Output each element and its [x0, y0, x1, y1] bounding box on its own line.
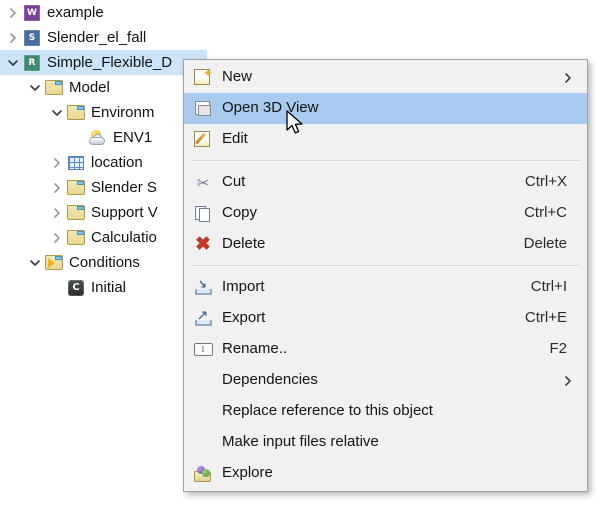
tree-item-label: ENV1 [113, 130, 152, 146]
menu-item-label: Make input files relative [222, 433, 587, 452]
tree-item-label: example [47, 5, 104, 21]
tree-item-label: location [91, 155, 143, 171]
menu-item-label: Dependencies [222, 371, 587, 390]
menu-item-cut[interactable]: ✂CutCtrl+X [184, 167, 587, 198]
menu-item-label: Export [222, 309, 525, 328]
menu-item-label: Import [222, 278, 531, 297]
menu-item-label: Copy [222, 204, 524, 223]
menu-item-open-3d-view[interactable]: Open 3D View [184, 93, 587, 124]
menu-item-label: Rename.. [222, 340, 549, 359]
menu-separator [192, 265, 579, 267]
tree-item-label: Initial [91, 280, 126, 296]
menu-item-explore[interactable]: Explore [184, 458, 587, 489]
menu-item-replace-reference-to-this-object[interactable]: Replace reference to this object [184, 396, 587, 427]
tree-item-slender-el-fall[interactable]: S Slender_el_fall [0, 25, 214, 50]
folder-icon [66, 180, 86, 195]
grid-icon [66, 156, 86, 170]
chevron-down-icon[interactable] [48, 107, 66, 119]
tree-item-label: Calculatio [91, 230, 157, 246]
menu-item-new[interactable]: ✦New [184, 62, 587, 93]
rename-icon: I [184, 343, 222, 356]
icon-letter: R [24, 55, 40, 71]
folder-icon [66, 105, 86, 120]
chevron-right-icon[interactable] [4, 7, 22, 19]
icon-letter: C [68, 280, 84, 296]
menu-item-shortcut: Delete [524, 235, 587, 254]
chevron-down-icon[interactable] [26, 257, 44, 269]
tree-item-example[interactable]: Wexample [0, 0, 214, 25]
copy-icon [184, 206, 222, 222]
badge-c-icon: C [66, 280, 86, 296]
menu-item-label: Cut [222, 173, 525, 192]
menu-item-label: Delete [222, 235, 524, 254]
menu-item-export[interactable]: ExportCtrl+E [184, 303, 587, 334]
menu-item-rename[interactable]: IRename..F2 [184, 334, 587, 365]
chevron-right-icon[interactable] [48, 157, 66, 169]
submenu-chevron-right-icon [563, 365, 573, 396]
chevron-right-icon[interactable] [4, 32, 22, 44]
tree-item-label: Slender_el_fall [47, 30, 146, 46]
tree-item-label: Environm [91, 105, 154, 121]
scissors-icon: ✂ [184, 174, 222, 192]
tree-item-label: Conditions [69, 255, 140, 271]
menu-item-copy[interactable]: CopyCtrl+C [184, 198, 587, 229]
tree-item-simple-flexible-d[interactable]: R Simple_Flexible_D [0, 50, 207, 75]
tree-item-label: Model [69, 80, 110, 96]
menu-item-shortcut: Ctrl+I [531, 278, 587, 297]
folder-play-icon [44, 255, 64, 270]
tree-item-label: Slender S [91, 180, 157, 196]
delete-x-icon: ✖ [184, 235, 222, 254]
object-context-menu[interactable]: ✦NewOpen 3D ViewEdit✂CutCtrl+XCopyCtrl+C… [183, 59, 588, 492]
weather-icon [88, 130, 108, 146]
menu-item-shortcut: Ctrl+C [524, 204, 587, 223]
menu-item-dependencies[interactable]: Dependencies [184, 365, 587, 396]
menu-item-label: Open 3D View [222, 99, 587, 118]
badge-w-icon: W [22, 5, 42, 21]
chevron-right-icon[interactable] [48, 182, 66, 194]
menu-item-edit[interactable]: Edit [184, 124, 587, 155]
menu-separator [192, 160, 579, 162]
menu-item-label: Edit [222, 130, 587, 149]
badge-s-icon: S [22, 30, 42, 46]
icon-letter: W [24, 5, 40, 21]
menu-item-make-input-files-relative[interactable]: Make input files relative [184, 427, 587, 458]
chevron-right-icon[interactable] [48, 232, 66, 244]
tree-item-label: Support V [91, 205, 158, 221]
menu-item-delete[interactable]: ✖DeleteDelete [184, 229, 587, 260]
cube-3d-icon [184, 101, 222, 117]
submenu-chevron-right-icon [563, 62, 573, 93]
new-document-icon: ✦ [184, 69, 222, 86]
explore-folder-icon [184, 466, 222, 482]
export-icon [184, 311, 222, 326]
badge-r-icon: R [22, 55, 42, 71]
import-icon [184, 280, 222, 295]
menu-item-label: Replace reference to this object [222, 402, 587, 421]
menu-item-label: Explore [222, 464, 587, 483]
chevron-down-icon[interactable] [4, 57, 22, 69]
menu-item-shortcut: F2 [549, 340, 587, 359]
chevron-down-icon[interactable] [26, 82, 44, 94]
edit-pencil-icon [184, 131, 222, 148]
folder-icon [44, 80, 64, 95]
folder-icon [66, 230, 86, 245]
chevron-right-icon[interactable] [48, 207, 66, 219]
menu-item-import[interactable]: ImportCtrl+I [184, 272, 587, 303]
icon-letter: S [24, 30, 40, 46]
folder-icon [66, 205, 86, 220]
menu-item-label: New [222, 68, 587, 87]
menu-item-shortcut: Ctrl+X [525, 173, 587, 192]
menu-item-shortcut: Ctrl+E [525, 309, 587, 328]
tree-item-label: Simple_Flexible_D [47, 55, 172, 71]
